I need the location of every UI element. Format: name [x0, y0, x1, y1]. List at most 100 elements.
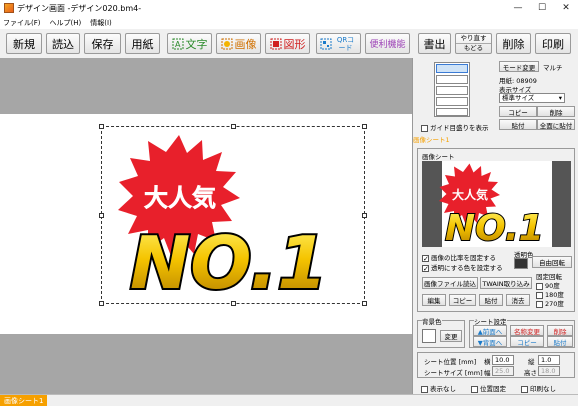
image-copy-button[interactable]: コピー [449, 294, 476, 306]
design-canvas[interactable]: 大人気 NO.1 [0, 58, 412, 394]
bg-change-button[interactable]: 変更 [440, 330, 462, 342]
maximize-button[interactable]: ☐ [530, 0, 554, 16]
fix-pos-checkbox[interactable]: 位置固定 [471, 383, 506, 393]
h-input[interactable]: 18.0 [538, 366, 560, 376]
redo-undo-group: やり直す もどる [455, 33, 492, 54]
save-button[interactable]: 保存 [84, 33, 121, 54]
redo-button[interactable]: やり直す [456, 34, 491, 44]
guide-checkbox[interactable]: ガイド目盛りを表示 [421, 122, 489, 132]
layout-cell[interactable] [436, 86, 468, 95]
image-button[interactable]: 画像 [216, 33, 261, 54]
y-label: 縦 [528, 358, 535, 366]
undo-button[interactable]: もどる [456, 44, 491, 53]
layout-delete-button[interactable]: 削除 [537, 106, 575, 117]
mode-change-button[interactable]: モード変更 [499, 61, 539, 72]
position-label: シート位置 [mm] [424, 358, 477, 366]
new-button[interactable]: 新規 [6, 33, 42, 54]
title-bar: デザイン画面 -デザイン020.bm4- — ☐ ✕ [0, 0, 578, 16]
close-button[interactable]: ✕ [554, 0, 578, 16]
preview-badge-text: 大人気 [452, 187, 488, 202]
selection-box[interactable] [99, 124, 367, 306]
transparent-color-swatch[interactable] [514, 258, 528, 269]
minimize-button[interactable]: — [506, 0, 530, 16]
set-transparent-checkbox[interactable]: 透明にする色を設定する [422, 262, 503, 272]
display-size-select[interactable]: 標準サイズ ▾ [499, 93, 565, 103]
layout-cell[interactable] [436, 97, 468, 106]
no-print-checkbox[interactable]: 印刷なし [521, 383, 556, 393]
menu-bar: ファイル(F) ヘルプ(H) 情報(I) [0, 16, 578, 29]
hide-checkbox[interactable]: 表示なし [421, 383, 456, 393]
shape-tool-icon [270, 38, 281, 49]
twain-button[interactable]: TWAIN取り込み [480, 277, 532, 289]
export-button[interactable]: 書出 [418, 33, 451, 54]
fix-pos-label: 位置固定 [480, 385, 506, 393]
utility-button[interactable]: 便利機能 [365, 33, 410, 54]
checkbox-icon [422, 254, 429, 262]
layout-grid[interactable] [434, 62, 470, 117]
h-label: 高さ [524, 369, 537, 377]
print-button[interactable]: 印刷 [535, 33, 571, 54]
qr-button[interactable]: QRコード [316, 33, 361, 54]
resize-handle-tl[interactable] [99, 124, 104, 129]
shape-button-label: 図形 [283, 37, 306, 51]
image-tool-icon [221, 38, 232, 49]
free-rotate-button[interactable]: 自由回転 [532, 256, 572, 268]
text-button[interactable]: A 文字 [167, 33, 212, 54]
text-button-label: 文字 [185, 37, 208, 51]
bring-front-button[interactable]: ▲前面へ [473, 325, 507, 336]
layout-paste-button[interactable]: 貼付 [499, 119, 537, 130]
image-preview: 大人気 NO.1 [422, 161, 571, 250]
guide-checkbox-label: ガイド目盛りを表示 [430, 124, 489, 132]
chevron-down-icon: ▾ [558, 94, 562, 102]
sheet-copy-button[interactable]: コピー [510, 336, 544, 347]
resize-handle-r[interactable] [362, 213, 367, 218]
sheet-paste-button[interactable]: 貼付 [547, 336, 573, 347]
resize-handle-l[interactable] [99, 213, 104, 218]
size-label: シートサイズ [mm] [424, 369, 483, 377]
resize-handle-t[interactable] [231, 124, 236, 129]
resize-handle-tr[interactable] [362, 124, 367, 129]
menu-file[interactable]: ファイル(F) [3, 18, 41, 28]
checkbox-icon [536, 300, 543, 308]
menu-info[interactable]: 情報(I) [90, 18, 112, 28]
status-sheet-tab[interactable]: 画像シート1 [0, 395, 48, 406]
keep-ratio-checkbox[interactable]: 画像の比率を固定する [422, 252, 496, 262]
load-image-button[interactable]: 画像ファイル読込 [422, 277, 478, 289]
layout-cell[interactable] [436, 108, 468, 116]
checkbox-icon [521, 385, 528, 393]
multi-label: マルチ [543, 64, 563, 72]
x-input[interactable]: 10.0 [492, 355, 514, 365]
image-paste-button[interactable]: 貼付 [479, 294, 503, 306]
resize-handle-b[interactable] [231, 301, 236, 306]
menu-help[interactable]: ヘルプ(H) [50, 18, 82, 28]
image-erase-button[interactable]: 消去 [506, 294, 530, 306]
y-input[interactable]: 1.0 [538, 355, 560, 365]
app-window: デザイン画面 -デザイン020.bm4- — ☐ ✕ ファイル(F) ヘルプ(H… [0, 0, 578, 406]
sheet-delete-button[interactable]: 削除 [547, 325, 573, 336]
layout-paste-all-button[interactable]: 全面に貼付 [537, 119, 575, 130]
w-input[interactable]: 25.0 [492, 366, 514, 376]
app-icon [4, 3, 14, 13]
open-button[interactable]: 読込 [46, 33, 80, 54]
qr-tool-icon [320, 38, 331, 49]
rot270-checkbox[interactable]: 270度 [536, 298, 564, 308]
rename-button[interactable]: 名称変更 [510, 325, 544, 336]
bg-color-swatch[interactable] [422, 329, 436, 343]
layout-cell[interactable] [436, 75, 468, 84]
send-back-button[interactable]: ▼背面へ [473, 336, 507, 347]
preview-artwork: 大人気 NO.1 [439, 161, 552, 250]
paper-button[interactable]: 用紙 [125, 33, 160, 54]
resize-handle-br[interactable] [362, 301, 367, 306]
shape-button[interactable]: 図形 [265, 33, 310, 54]
checkbox-icon [421, 385, 428, 393]
resize-handle-bl[interactable] [99, 301, 104, 306]
rot270-label: 270度 [545, 300, 564, 308]
preview-main-text: NO.1 [445, 208, 544, 247]
sheet-settings-group: シート設定 ▲前面へ ▼背面へ 名称変更 コピー 削除 貼付 [469, 316, 575, 348]
delete-button[interactable]: 削除 [496, 33, 531, 54]
image-sheet-title: 画像シート [422, 153, 455, 161]
right-panel: モード変更 マルチ 用紙: 08909 表示サイズ 標準サイズ ▾ コピー 削除 … [412, 58, 578, 394]
edit-button[interactable]: 編集 [422, 294, 446, 306]
layout-copy-button[interactable]: コピー [499, 106, 537, 117]
layout-cell-selected[interactable] [436, 64, 468, 73]
